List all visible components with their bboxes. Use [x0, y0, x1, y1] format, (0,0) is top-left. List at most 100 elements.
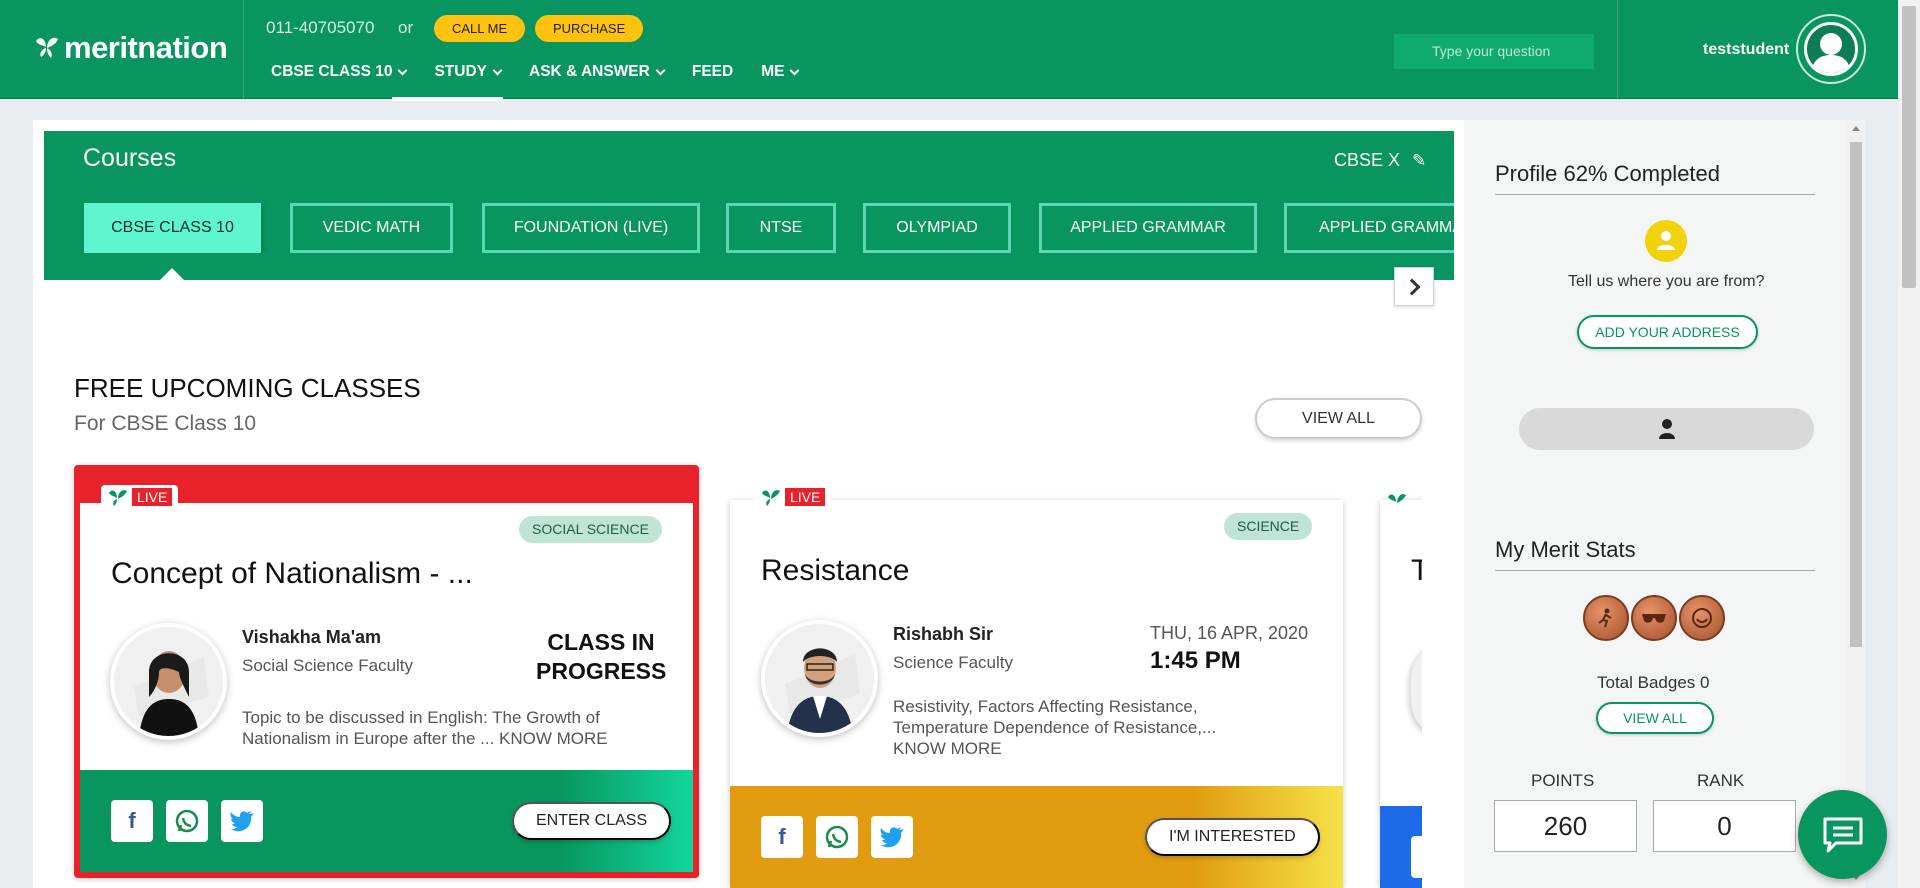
user-avatar[interactable] — [1796, 14, 1866, 84]
class-time: 1:45 PM — [1150, 647, 1241, 674]
whatsapp-icon — [175, 809, 199, 833]
teacher-role: Science Faculty — [893, 653, 1013, 672]
chevron-right-icon — [1403, 278, 1420, 295]
course-tab-vedic-math[interactable]: VEDIC MATH — [290, 203, 453, 253]
phone-number: 011-40705070 — [266, 18, 375, 37]
subject-badge: SCIENCE — [1224, 513, 1313, 540]
smile-badge-icon[interactable] — [1679, 595, 1725, 641]
sidebar-scrollbar[interactable] — [1847, 120, 1865, 888]
class-title[interactable]: T — [1411, 554, 1422, 588]
course-tabs: CBSE CLASS 10 VEDIC MATH FOUNDATION (LIV… — [84, 203, 1454, 253]
twitter-share-button[interactable] — [871, 816, 913, 858]
merit-stats-title: My Merit Stats — [1495, 537, 1636, 562]
whatsapp-share-button[interactable] — [166, 800, 208, 842]
class-card[interactable]: LIVE SCIENCE Resistance Rishabh Sir Scie… — [730, 485, 1343, 888]
course-tab-applied-grammar-2[interactable]: APPLIED GRAMMA — [1284, 203, 1454, 253]
chevron-down-icon — [790, 65, 800, 76]
card-footer — [1380, 806, 1422, 888]
purchase-button[interactable]: PURCHASE — [535, 15, 644, 42]
scroll-up-arrow-icon[interactable] — [1852, 126, 1860, 131]
page-scrollbar[interactable] — [1898, 0, 1920, 888]
live-tag: LIVE — [754, 485, 832, 509]
chevron-down-icon — [655, 65, 666, 76]
nav-study[interactable]: STUDY — [392, 63, 503, 101]
class-status: CLASS IN PROGRESS — [536, 628, 666, 686]
glasses-badge-icon[interactable] — [1631, 595, 1677, 641]
profile-completion-title: Profile 62% Completed — [1495, 161, 1721, 186]
chevron-down-icon — [398, 65, 408, 76]
username[interactable]: teststudent — [1703, 41, 1789, 59]
class-card[interactable]: LIVE SOCIAL SCIENCE Concept of Nationali… — [74, 465, 699, 878]
total-badges: Total Badges 0 — [1597, 673, 1710, 692]
nav-label: STUDY — [434, 63, 487, 80]
runner-badge-icon[interactable] — [1583, 595, 1629, 641]
nav-label: FEED — [691, 63, 734, 80]
nav-me[interactable]: ME — [761, 63, 800, 99]
points-value: 260 — [1494, 800, 1637, 852]
view-all-badges-button[interactable]: VIEW ALL — [1596, 702, 1714, 734]
section-subtitle: For CBSE Class 10 — [74, 412, 257, 435]
main-nav: CBSE CLASS 10 STUDY ASK & ANSWER FEED ME — [271, 63, 826, 101]
twitter-share-button[interactable] — [221, 800, 263, 842]
facebook-share-button[interactable]: f — [111, 800, 153, 842]
nav-ask-answer[interactable]: ASK & ANSWER — [529, 63, 666, 99]
chat-button[interactable] — [1798, 790, 1887, 879]
butterfly-logo-icon — [762, 490, 780, 506]
rank-label: RANK — [1697, 771, 1745, 790]
add-address-button[interactable]: ADD YOUR ADDRESS — [1577, 315, 1758, 349]
board-label: CBSE X — [1334, 150, 1401, 170]
question-search-input[interactable]: Type your question — [1394, 34, 1594, 69]
nav-cbse-class-10[interactable]: CBSE CLASS 10 — [271, 63, 408, 99]
next-courses-button[interactable] — [1394, 267, 1434, 306]
live-tag: LIVE — [101, 485, 179, 509]
badges-row — [1583, 595, 1727, 641]
call-me-button[interactable]: CALL ME — [434, 15, 526, 42]
course-tab-cbse-class-10[interactable]: CBSE CLASS 10 — [84, 203, 261, 253]
course-tab-foundation-live[interactable]: FOUNDATION (LIVE) — [482, 203, 700, 253]
course-tab-ntse[interactable]: NTSE — [726, 203, 836, 253]
whatsapp-icon — [825, 825, 849, 849]
user-icon — [1658, 419, 1675, 439]
teacher-avatar — [761, 620, 878, 737]
im-interested-button[interactable]: I'M INTERESTED — [1145, 818, 1320, 856]
course-tab-applied-grammar[interactable]: APPLIED GRAMMAR — [1039, 203, 1257, 253]
facebook-icon: f — [128, 808, 136, 833]
butterfly-logo-icon — [109, 490, 127, 506]
topic-line[interactable]: Nationalism in Europe after the ... KNOW… — [242, 728, 652, 749]
nav-feed[interactable]: FEED — [692, 63, 733, 99]
chat-bubble-icon — [1823, 817, 1862, 852]
enter-class-button[interactable]: ENTER CLASS — [512, 802, 672, 840]
topic-line: Topic to be discussed in English: The Gr… — [242, 708, 600, 727]
class-card[interactable]: T — [1380, 494, 1422, 888]
teacher-avatar — [1411, 640, 1422, 740]
butterfly-logo-icon — [36, 37, 58, 58]
teacher-role: Social Science Faculty — [242, 656, 414, 675]
scrollbar-thumb[interactable] — [1902, 6, 1916, 288]
divider — [1617, 0, 1618, 99]
location-prompt: Tell us where you are from? — [1568, 273, 1765, 290]
courses-title: Courses — [83, 144, 177, 172]
divider — [1495, 194, 1815, 195]
class-title[interactable]: Concept of Nationalism - ... — [111, 557, 473, 591]
meritnation-logo[interactable]: meritnation — [32, 28, 228, 68]
nav-label: ASK & ANSWER — [529, 63, 650, 80]
avatar-icon — [1804, 22, 1858, 76]
know-more-link[interactable]: KNOW MORE — [893, 738, 1313, 759]
subject-badge: SOCIAL SCIENCE — [519, 516, 662, 543]
facebook-share-button[interactable]: f — [761, 816, 803, 858]
scrollbar-thumb[interactable] — [1850, 142, 1862, 647]
nav-label: ME — [761, 63, 785, 80]
chevron-down-icon — [492, 65, 503, 76]
card-footer: f ENTER CLASS — [80, 770, 693, 872]
topic-line: Temperature Dependence of Resistance,... — [893, 718, 1217, 737]
pencil-edit-icon[interactable]: ✎ — [1412, 151, 1426, 171]
points-label: POINTS — [1531, 771, 1595, 790]
board-selector[interactable]: CBSE X ✎ — [1334, 150, 1426, 171]
course-tab-olympiad[interactable]: OLYMPIAD — [863, 203, 1011, 253]
view-all-classes-button[interactable]: VIEW ALL — [1255, 398, 1422, 439]
card-footer: f I'M INTERESTED — [730, 786, 1343, 888]
whatsapp-share-button[interactable] — [816, 816, 858, 858]
class-title[interactable]: Resistance — [761, 554, 909, 588]
share-button[interactable] — [1411, 836, 1422, 878]
active-tab-pointer — [159, 268, 185, 281]
